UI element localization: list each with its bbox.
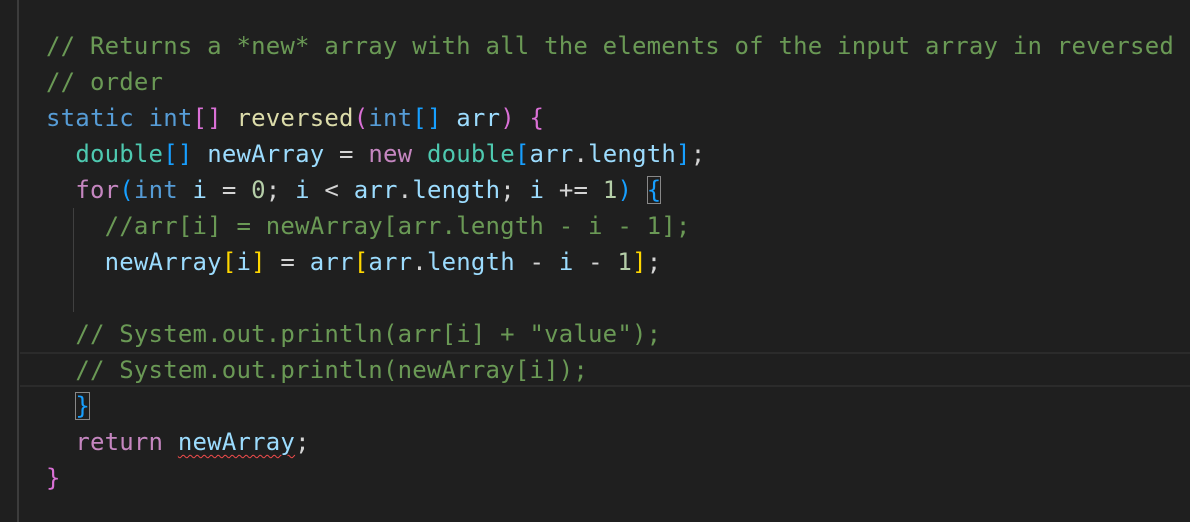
prop-length: length xyxy=(588,140,677,168)
code-line-10[interactable]: // System.out.println(newArray[i]); xyxy=(46,352,588,388)
var-arr: arr xyxy=(353,176,398,204)
type-double: double xyxy=(426,140,515,168)
var-newArray: newArray xyxy=(104,248,222,276)
code-line-5[interactable]: for(int i = 0; i < arr.length; i += 1) { xyxy=(46,172,662,208)
var-i: i xyxy=(558,248,574,276)
number: 1 xyxy=(617,248,633,276)
brace: { xyxy=(529,104,545,132)
comment-text: // System.out.println(arr[i] + "value"); xyxy=(75,320,662,348)
code-editor[interactable]: // Returns a *new* array with all the el… xyxy=(0,0,1190,522)
method-name: reversed xyxy=(236,104,354,132)
comment-text: //arr[i] = newArray[arr.length - i - 1]; xyxy=(104,212,691,240)
keyword-return: return xyxy=(75,428,164,456)
matched-brace-close: } xyxy=(75,392,90,420)
semicolon: ; xyxy=(646,248,662,276)
operator: = xyxy=(207,176,252,204)
bracket: ] xyxy=(251,248,266,276)
paren: ) xyxy=(500,104,515,132)
semicolon: ; xyxy=(690,140,706,168)
dot: . xyxy=(573,140,589,168)
bracket: ] xyxy=(207,104,222,132)
prop-length: length xyxy=(412,176,501,204)
operator: += xyxy=(544,176,603,204)
bracket: [ xyxy=(192,104,208,132)
code-line-13[interactable]: } xyxy=(46,460,61,496)
bracket: [ xyxy=(221,248,237,276)
type-double: double xyxy=(75,140,164,168)
code-line-2[interactable]: // order xyxy=(46,64,163,100)
code-line-4[interactable]: double[] newArray = new double[arr.lengt… xyxy=(46,136,705,172)
bracket: ] xyxy=(177,140,193,168)
var-arr: arr xyxy=(368,248,413,276)
operator: - xyxy=(573,248,618,276)
paren: ) xyxy=(617,176,633,204)
paren: ( xyxy=(353,104,369,132)
error-squiggle-newArray[interactable]: newArray xyxy=(178,428,295,456)
var-i: i xyxy=(295,176,310,204)
var-newArray: newArray xyxy=(207,140,325,168)
operator: = xyxy=(324,140,369,168)
bracket: ] xyxy=(426,104,442,132)
bracket: [ xyxy=(412,104,427,132)
operator: - xyxy=(514,248,559,276)
dot: . xyxy=(397,176,413,204)
semicolon: ; xyxy=(295,428,310,456)
semicolon: ; xyxy=(265,176,296,204)
type-int: int xyxy=(148,104,193,132)
semicolon: ; xyxy=(500,176,530,204)
operator: < xyxy=(309,176,354,204)
var-arr: arr xyxy=(309,248,354,276)
paren: ( xyxy=(119,176,134,204)
operator: = xyxy=(265,248,310,276)
keyword-static: static xyxy=(46,104,134,132)
code-line-11[interactable]: } xyxy=(46,388,90,424)
comment-text: // System.out.println(newArray[i]); xyxy=(75,356,589,384)
bracket: [ xyxy=(353,248,369,276)
brace: } xyxy=(46,464,61,492)
var-i: i xyxy=(236,248,252,276)
code-line-7[interactable]: newArray[i] = arr[arr.length - i - 1]; xyxy=(46,244,662,280)
bracket: ] xyxy=(676,140,691,168)
editor-gutter-border xyxy=(17,0,19,522)
var-arr: arr xyxy=(529,140,574,168)
bracket: ] xyxy=(632,248,647,276)
bracket: [ xyxy=(514,140,530,168)
bracket: [ xyxy=(163,140,178,168)
number: 0 xyxy=(251,176,266,204)
keyword-for: for xyxy=(75,176,120,204)
param-arr: arr xyxy=(456,104,501,132)
code-line-12[interactable]: return newArray; xyxy=(46,424,310,460)
type-int: int xyxy=(133,176,178,204)
type-int: int xyxy=(368,104,413,132)
keyword-new: new xyxy=(368,140,413,168)
code-line-9[interactable]: // System.out.println(arr[i] + "value"); xyxy=(46,316,661,352)
code-line-1[interactable]: // Returns a *new* array with all the el… xyxy=(46,28,1174,64)
dot: . xyxy=(412,248,427,276)
code-line-6[interactable]: //arr[i] = newArray[arr.length - i - 1]; xyxy=(46,208,691,244)
prop-length: length xyxy=(426,248,515,276)
var-i: i xyxy=(192,176,208,204)
matched-brace-open: { xyxy=(646,176,662,204)
var-i: i xyxy=(529,176,545,204)
code-line-3[interactable]: static int[] reversed(int[] arr) { xyxy=(46,100,544,136)
number: 1 xyxy=(602,176,618,204)
